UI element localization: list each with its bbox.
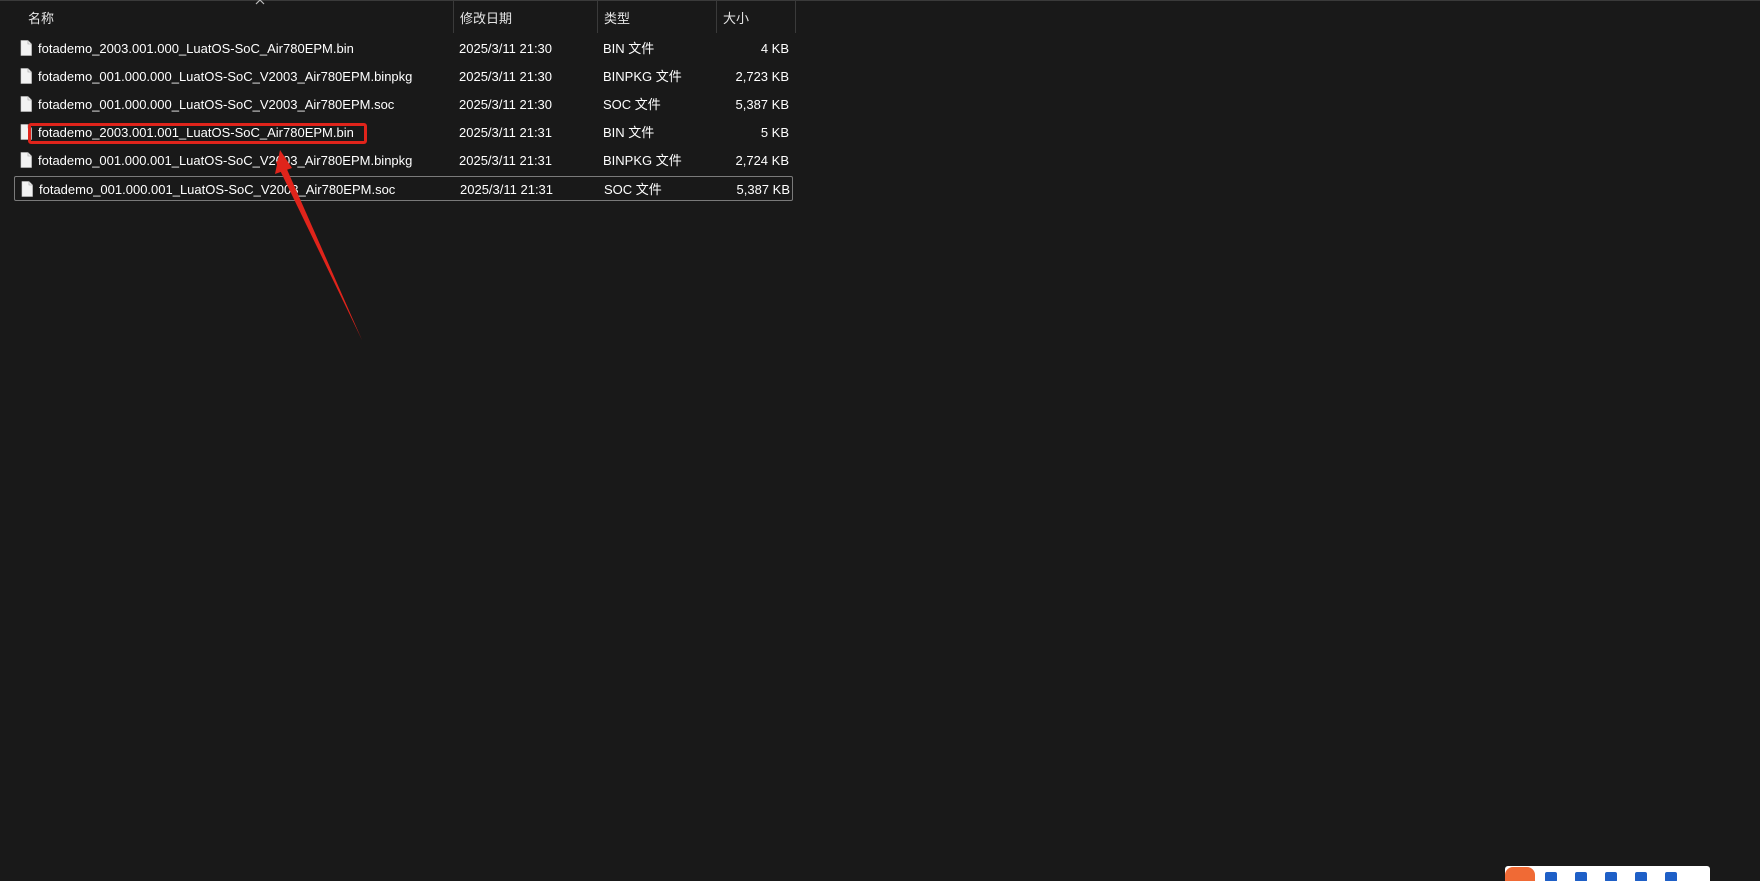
file-name: fotademo_2003.001.000_LuatOS-SoC_Air780E… [38, 41, 354, 56]
column-header-type[interactable]: 类型 [597, 1, 716, 33]
file-size: 2,724 KB [735, 153, 790, 168]
column-header-bar: 名称 修改日期 类型 大小 [0, 0, 1760, 33]
file-icon [21, 181, 33, 197]
file-icon [20, 96, 32, 112]
file-type: BIN 文件 [603, 125, 655, 140]
file-size: 5,387 KB [736, 182, 791, 197]
overlay-glyph-icon [1605, 872, 1617, 881]
file-size: 2,723 KB [735, 69, 790, 84]
overlay-glyph-icon [1575, 872, 1587, 881]
overlay-widget [1505, 866, 1710, 881]
file-type: BINPKG 文件 [603, 69, 682, 84]
column-header-name-label: 名称 [28, 10, 55, 26]
file-modified-date: 2025/3/11 21:31 [460, 182, 554, 197]
file-type: BIN 文件 [603, 41, 655, 56]
file-modified-date: 2025/3/11 21:30 [459, 97, 553, 112]
column-header-name[interactable]: 名称 [22, 0, 452, 33]
overlay-glyph-icon [1545, 872, 1557, 881]
column-header-size-label: 大小 [723, 10, 750, 26]
file-icon [20, 68, 32, 84]
file-icon [20, 40, 32, 56]
file-name: fotademo_001.000.000_LuatOS-SoC_V2003_Ai… [38, 69, 413, 84]
column-header-date-label: 修改日期 [460, 10, 513, 26]
file-size: 5,387 KB [735, 97, 790, 112]
file-modified-date: 2025/3/11 21:31 [459, 125, 553, 140]
file-row[interactable]: fotademo_2003.001.000_LuatOS-SoC_Air780E… [14, 36, 793, 61]
file-icon [20, 152, 32, 168]
file-size: 4 KB [760, 41, 789, 56]
file-modified-date: 2025/3/11 21:30 [459, 41, 553, 56]
file-name: fotademo_001.000.001_LuatOS-SoC_V2003_Ai… [38, 153, 413, 168]
file-modified-date: 2025/3/11 21:31 [459, 153, 553, 168]
column-header-size[interactable]: 大小 [716, 1, 796, 33]
file-row[interactable]: fotademo_001.000.000_LuatOS-SoC_V2003_Ai… [14, 92, 793, 117]
file-type: SOC 文件 [604, 182, 662, 197]
overlay-glyphs [1545, 872, 1705, 881]
column-header-type-label: 类型 [604, 10, 631, 26]
file-type: SOC 文件 [603, 97, 661, 112]
overlay-glyph-icon [1665, 872, 1677, 881]
file-size: 5 KB [760, 125, 789, 140]
annotation-highlight-box [28, 123, 367, 144]
file-row[interactable]: fotademo_001.000.000_LuatOS-SoC_V2003_Ai… [14, 64, 793, 89]
file-row[interactable]: fotademo_001.000.001_LuatOS-SoC_V2003_Ai… [14, 148, 793, 173]
file-name: fotademo_001.000.001_LuatOS-SoC_V2003_Ai… [39, 182, 396, 197]
file-type: BINPKG 文件 [603, 153, 682, 168]
file-explorer-window: 名称 修改日期 类型 大小 fotademo_2003.001.000_Luat… [0, 0, 1760, 881]
overlay-logo-icon [1505, 867, 1535, 881]
column-header-date[interactable]: 修改日期 [453, 1, 597, 33]
file-name: fotademo_001.000.000_LuatOS-SoC_V2003_Ai… [38, 97, 395, 112]
sort-up-icon [255, 0, 265, 5]
overlay-glyph-icon [1635, 872, 1647, 881]
file-modified-date: 2025/3/11 21:30 [459, 69, 553, 84]
file-row[interactable]: fotademo_001.000.001_LuatOS-SoC_V2003_Ai… [14, 176, 793, 201]
